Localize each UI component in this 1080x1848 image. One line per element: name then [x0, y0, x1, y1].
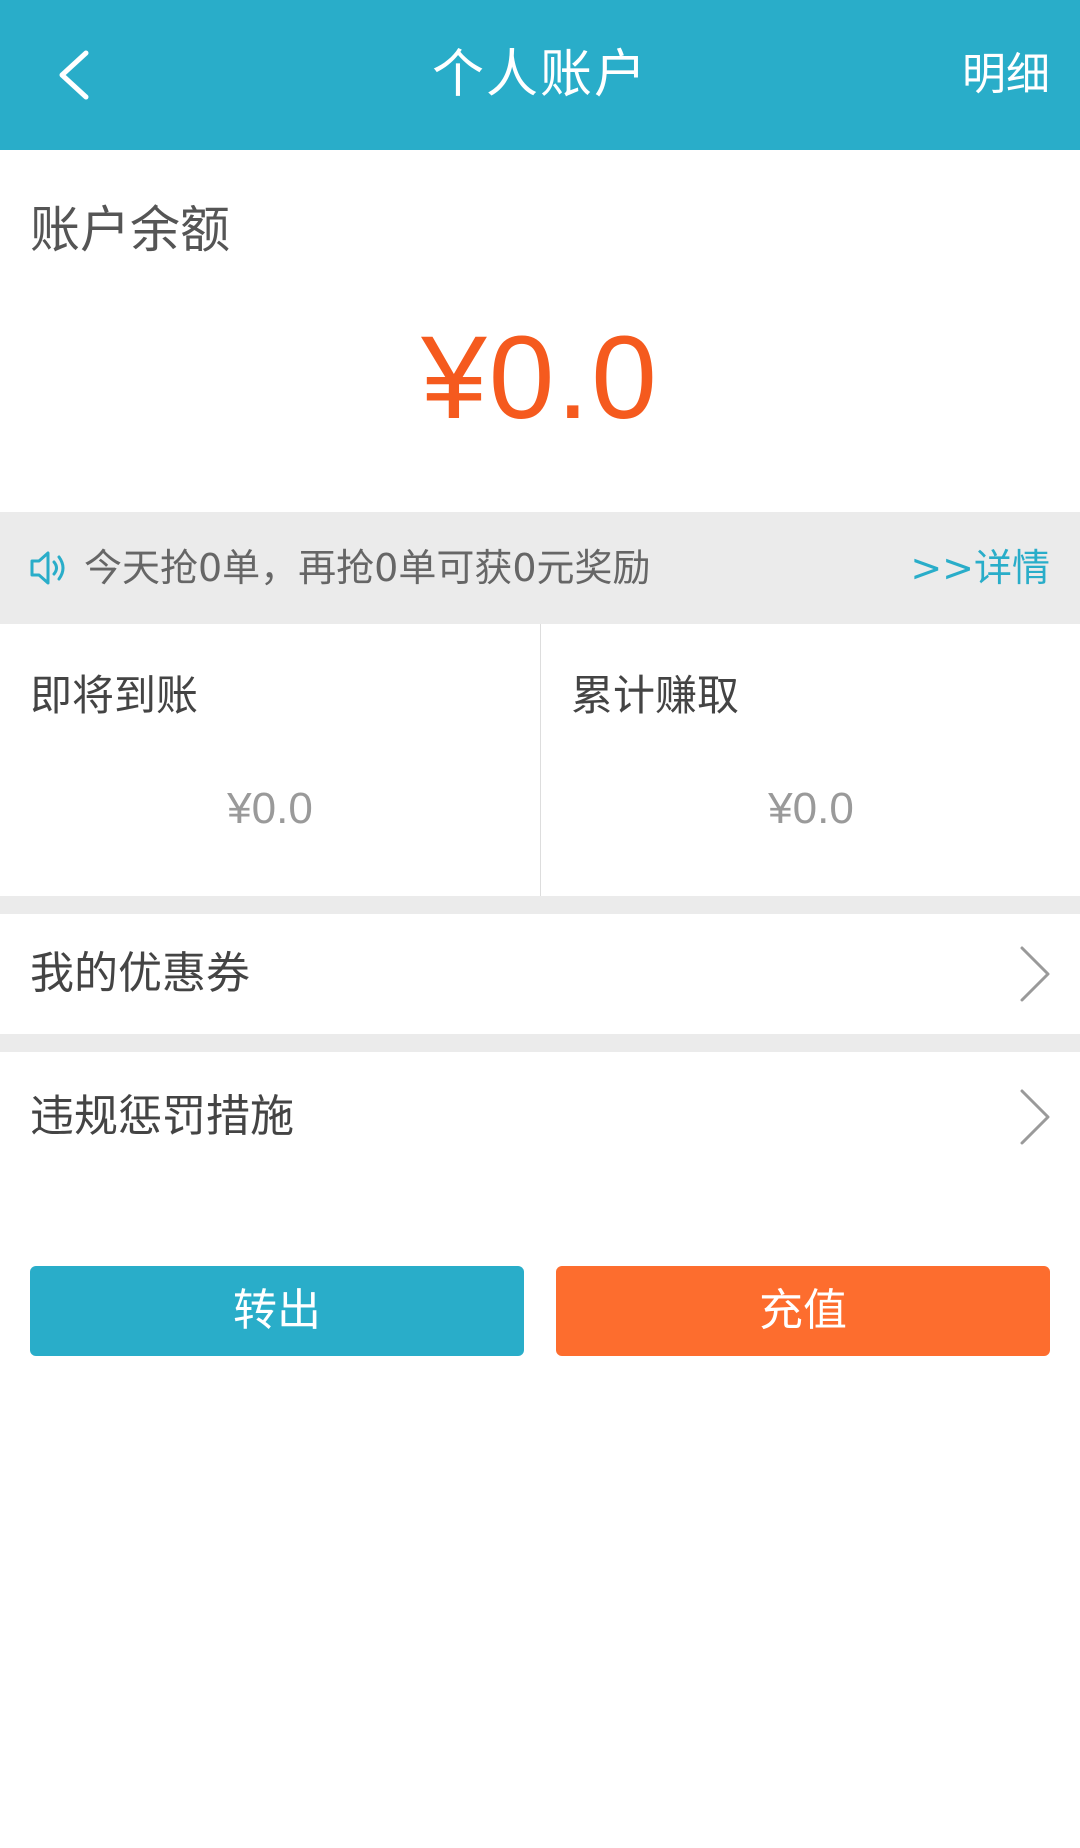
header-bar: 个人账户 明细: [0, 0, 1080, 150]
withdraw-button[interactable]: 转出: [30, 1266, 524, 1356]
incoming-value: ¥0.0: [227, 784, 313, 833]
back-arrow-icon: [59, 50, 89, 100]
coupons-label: 我的优惠券: [30, 948, 250, 999]
personal-account-screen: 个人账户 明细 账户余额 ¥0.0 今天抢0单，再抢0单可获0元奖励 >>详情 …: [0, 0, 1080, 1848]
penalty-row[interactable]: 违规惩罚措施: [0, 1052, 1080, 1182]
coupons-row[interactable]: 我的优惠券: [0, 914, 1080, 1034]
balance-section: 账户余额 ¥0.0: [0, 150, 1080, 512]
chevron-right-icon: [1020, 946, 1050, 1002]
notice-details-link[interactable]: >>详情: [910, 512, 1050, 624]
notice-text: 今天抢0单，再抢0单可获0元奖励: [84, 546, 651, 590]
speaker-icon: [30, 551, 65, 585]
earned-stat: 累计赚取 ¥0.0: [540, 624, 1080, 896]
earned-label: 累计赚取: [571, 671, 740, 720]
back-button[interactable]: [48, 45, 108, 105]
section-divider: [0, 1034, 1080, 1052]
details-link[interactable]: 明细: [962, 0, 1050, 150]
chevron-right-icon: [1020, 1089, 1050, 1145]
section-divider: [0, 896, 1080, 914]
stats-section: 即将到账 ¥0.0 累计赚取 ¥0.0: [0, 624, 1080, 896]
balance-label: 账户余额: [30, 201, 230, 259]
recharge-button[interactable]: 充值: [556, 1266, 1050, 1356]
incoming-label: 即将到账: [30, 671, 199, 720]
incoming-stat: 即将到账 ¥0.0: [0, 624, 540, 896]
earned-value: ¥0.0: [768, 784, 854, 833]
notice-bar: 今天抢0单，再抢0单可获0元奖励 >>详情: [0, 512, 1080, 624]
penalty-label: 违规惩罚措施: [30, 1091, 294, 1142]
page-title: 个人账户: [431, 45, 648, 105]
balance-amount: ¥0.0: [421, 312, 659, 444]
